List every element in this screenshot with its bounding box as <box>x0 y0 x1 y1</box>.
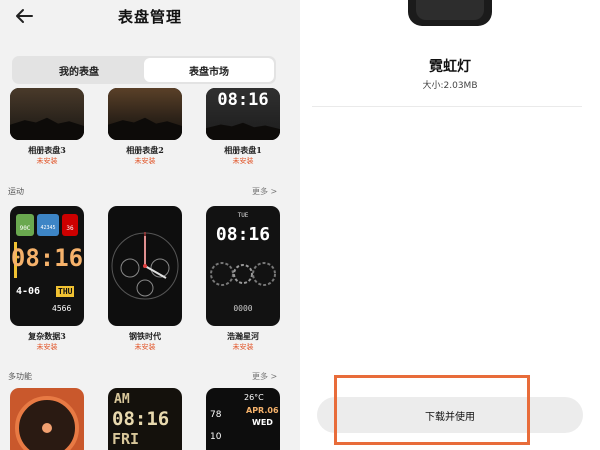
analog-dial-icon <box>111 232 179 300</box>
watchface-status: 未安装 <box>232 343 254 351</box>
watchface-thumb-photo2[interactable] <box>108 88 182 140</box>
watchface-date: 4-06 <box>16 286 41 297</box>
stat-tile: 36 <box>62 214 78 236</box>
watchface-name: 浩瀚星河 <box>227 331 259 341</box>
tab-face-market[interactable]: 表盘市场 <box>144 58 274 82</box>
watchface-status: 未安装 <box>134 343 156 351</box>
watchface-time: 08:16 <box>215 224 271 245</box>
more-link-sport[interactable]: 更多 > <box>252 186 277 197</box>
detail-face-name: 霓虹灯 <box>429 59 471 75</box>
watchface-status: 未安装 <box>36 157 58 165</box>
watchface-time: 08:16 <box>112 408 170 430</box>
watchface-status: 未安装 <box>36 343 58 351</box>
watchface-bottom-readout: 0000 <box>233 304 253 313</box>
section-title-sport: 运动 <box>8 187 24 196</box>
detail-face-size: 大小:2.03MB <box>422 81 478 91</box>
watchface-name: 复杂数据3 <box>28 331 66 341</box>
more-link-multifunction[interactable]: 更多 > <box>252 371 277 382</box>
watchface-ampm: AM <box>114 392 130 407</box>
watchface-time: 08:16 <box>10 244 84 272</box>
watchface-thumb-galaxy[interactable]: TUE 08:16 0000 <box>206 206 280 326</box>
watch-preview-screen <box>416 0 484 20</box>
watchface-temp: 26°C <box>244 393 264 402</box>
highlight-box <box>334 375 530 445</box>
watchface-date: APR.06 <box>246 406 279 415</box>
watchface-status: 未安装 <box>134 157 156 165</box>
watchface-weekday: THU <box>56 286 75 297</box>
orange-dial-icon <box>15 396 79 450</box>
watchface-name: 相册表盘3 <box>28 145 66 155</box>
watchface-thumb-photo3[interactable] <box>10 88 84 140</box>
watchface-name: 相册表盘1 <box>224 145 262 155</box>
watchface-thumb-steel-era[interactable] <box>108 206 182 326</box>
watchface-time: 08:16 <box>217 90 269 110</box>
segmented-tabs: 我的表盘 表盘市场 <box>12 56 276 84</box>
divider <box>312 106 582 107</box>
watchface-weekday: TUE <box>237 212 249 219</box>
watchface-weekday: WED <box>252 418 273 427</box>
tab-my-faces[interactable]: 我的表盘 <box>14 58 144 82</box>
section-title-multifunction: 多功能 <box>8 372 32 381</box>
watchface-thumb-complex-data[interactable]: 90C 42345 36 08:16 4-06 THU 4566 <box>10 206 84 326</box>
watchface-thumb-orange[interactable] <box>10 388 84 450</box>
watchface-name: 钢铁时代 <box>129 331 161 341</box>
watchface-thumb-dot-matrix[interactable]: AM 08:16 FRI <box>108 388 182 450</box>
watchface-thumb-info[interactable]: 26°C APR.06 78 WED 10 <box>206 388 280 450</box>
gauge-icon <box>210 262 276 286</box>
watchface-value: 10 <box>210 432 222 442</box>
watchface-weekday: FRI <box>112 430 140 448</box>
watchface-value: 78 <box>210 410 222 420</box>
page-title: 表盘管理 <box>117 8 182 26</box>
watchface-name: 相册表盘2 <box>126 145 164 155</box>
stat-tile: 90C <box>16 214 34 236</box>
stat-tile: 42345 <box>37 214 59 236</box>
top-bar: 表盘管理 <box>0 0 300 36</box>
watchface-status: 未安装 <box>232 157 254 165</box>
watchface-steps: 4566 <box>52 304 72 313</box>
watchface-thumb-photo1[interactable]: 08:16 <box>206 88 280 140</box>
watchface-list-panel: 表盘管理 我的表盘 表盘市场 08:16 相册表盘3 未安装 相册表盘2 未安装… <box>0 0 300 450</box>
